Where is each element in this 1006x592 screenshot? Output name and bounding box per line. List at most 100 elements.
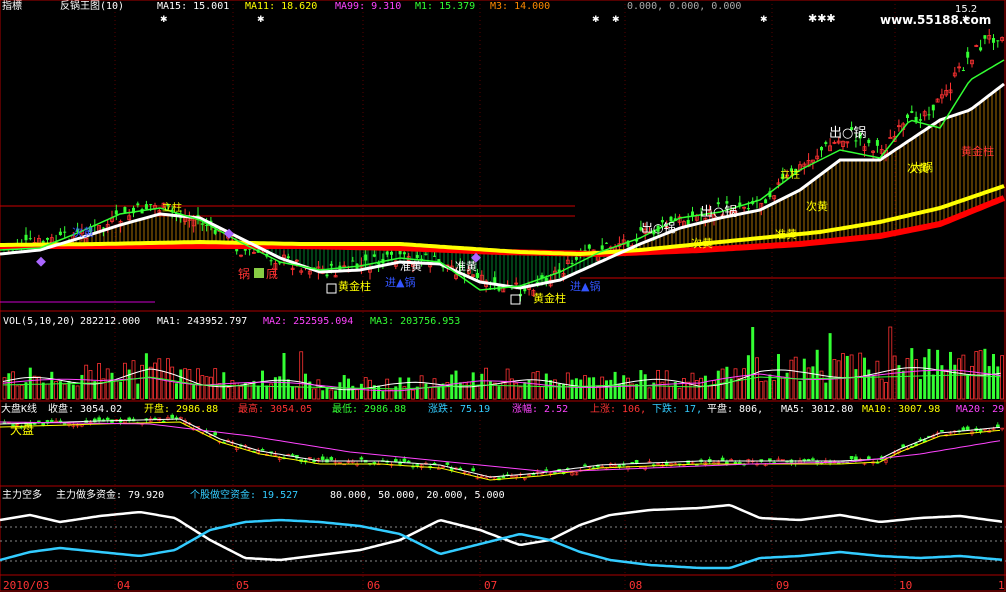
volume-bar — [338, 382, 342, 399]
volume-bar — [84, 364, 89, 400]
index-candle-body — [617, 464, 622, 468]
index-candle-body — [940, 430, 944, 432]
volume-bar — [871, 375, 875, 399]
index-candle-body — [37, 420, 41, 423]
flow-panel[interactable]: 主力空多 主力做多资金: 79.920 个股做空资金: 19.527 80.00… — [0, 488, 1006, 570]
volume-bars — [2, 326, 1004, 400]
annotation-secondary-yellow: 次黄 — [691, 236, 713, 250]
star-marker: ✱ — [612, 15, 620, 25]
candle-body — [136, 203, 140, 206]
candle-body — [979, 47, 983, 51]
volume-bar — [342, 375, 346, 399]
volume-bar — [669, 385, 673, 400]
candle-body — [746, 208, 750, 210]
volume-bar — [927, 348, 931, 399]
annotation-enter-pot: 进▲锅 — [570, 280, 600, 293]
vol-ma3-value: MA3: 203756.953 — [370, 316, 460, 327]
price-candles — [2, 28, 1004, 302]
volume-bar — [88, 370, 93, 400]
volume-bar — [7, 373, 11, 399]
index-candle-body — [49, 420, 54, 423]
index-high: 最高: 3054.05 — [238, 402, 312, 415]
volume-bar — [901, 370, 905, 399]
annotation-golden-pillar-red: 黄金柱 — [961, 144, 994, 158]
candle-body — [28, 238, 32, 240]
index-panel[interactable]: 大盘K线 收盘: 3054.02 开盘: 2986.88 最高: 3054.05… — [0, 402, 1004, 482]
volume-bar — [677, 387, 682, 400]
index-candle-body — [415, 464, 420, 466]
candle-body — [200, 223, 204, 225]
volume-bar — [505, 368, 510, 400]
volume-bar — [811, 366, 815, 399]
index-candle-body — [995, 424, 1000, 428]
index-candle-body — [811, 458, 815, 460]
volume-bar — [50, 371, 54, 399]
index-candle-body — [402, 458, 407, 463]
volume-bar — [265, 385, 269, 399]
index-down-count: 下跌: 17, — [652, 402, 702, 415]
main-flow-line — [0, 503, 1003, 562]
volume-bar — [824, 382, 828, 399]
volume-bar — [131, 360, 136, 400]
volume-bar — [884, 382, 888, 400]
vol-value: 282212.000 — [80, 316, 140, 327]
candle-body — [587, 244, 591, 249]
volume-bar — [570, 379, 574, 399]
index-change: 涨跌: 75.19 — [428, 402, 490, 415]
date-label: 10 — [899, 579, 912, 592]
stock-chart-window[interactable]: 指標 反锅王图(10) MA15: 15.001 MA11: 18.620 MA… — [0, 0, 1006, 592]
volume-bar — [144, 353, 148, 399]
volume-bar — [600, 376, 605, 400]
volume-bar — [454, 370, 458, 399]
volume-bar — [737, 377, 742, 400]
volume-bar — [918, 378, 922, 399]
volume-bar — [914, 359, 918, 400]
date-label: 1 — [998, 579, 1005, 592]
index-candle-body — [583, 464, 587, 467]
index-candle-body — [406, 460, 411, 463]
volume-panel[interactable]: VOL(5,10,20) 282212.000 MA1: 243952.797 … — [2, 316, 1004, 400]
price-panel[interactable]: 指標 反锅王图(10) MA15: 15.001 MA11: 18.620 MA… — [0, 0, 1006, 305]
volume-bar — [888, 326, 893, 400]
index-candle-body — [62, 423, 67, 425]
volume-bar — [466, 381, 471, 400]
watermark: www.55188.com — [880, 13, 991, 27]
index-candle-body — [320, 456, 325, 460]
volume-bar — [574, 378, 578, 399]
volume-bar — [294, 386, 299, 400]
volume-bar — [488, 381, 492, 399]
volume-bar — [910, 348, 914, 399]
volume-bar — [751, 327, 755, 399]
volume-bar — [377, 385, 381, 399]
index-up-count: 上涨: 106, — [590, 403, 646, 415]
box-marker — [510, 294, 521, 305]
volume-bar — [690, 372, 695, 400]
annotation-out-pot: 出○锅 — [829, 125, 866, 141]
index-low: 最低: 2986.88 — [332, 402, 406, 415]
candle-body — [372, 254, 376, 257]
ma11-value: MA11: 18.620 — [245, 1, 317, 12]
volume-bar — [987, 366, 991, 399]
volume-bar — [549, 380, 553, 399]
volume-bar — [424, 383, 428, 399]
volume-bar — [291, 386, 295, 399]
volume-bar — [226, 387, 231, 400]
candle-body — [918, 119, 922, 121]
star-marker: ✱ — [257, 15, 265, 25]
volume-bar — [80, 374, 84, 399]
volume-bar — [1000, 355, 1004, 400]
volume-bar — [282, 352, 286, 399]
index-ma10-line — [0, 421, 1001, 481]
index-ma5-value: MA5: 3012.80 — [781, 404, 853, 415]
index-candle-body — [780, 459, 785, 461]
volume-bar — [71, 384, 75, 399]
volume-bar — [643, 374, 647, 399]
annotation-quasi-yellow: 准黄 — [400, 259, 422, 273]
index-ma20-line — [0, 421, 1001, 473]
volume-bar — [62, 383, 67, 400]
annotation-pillar: 立柱 — [162, 201, 182, 214]
candle-body — [867, 139, 871, 144]
volume-bar — [19, 384, 24, 400]
index-candle-body — [768, 458, 772, 462]
volume-bar — [200, 375, 205, 400]
